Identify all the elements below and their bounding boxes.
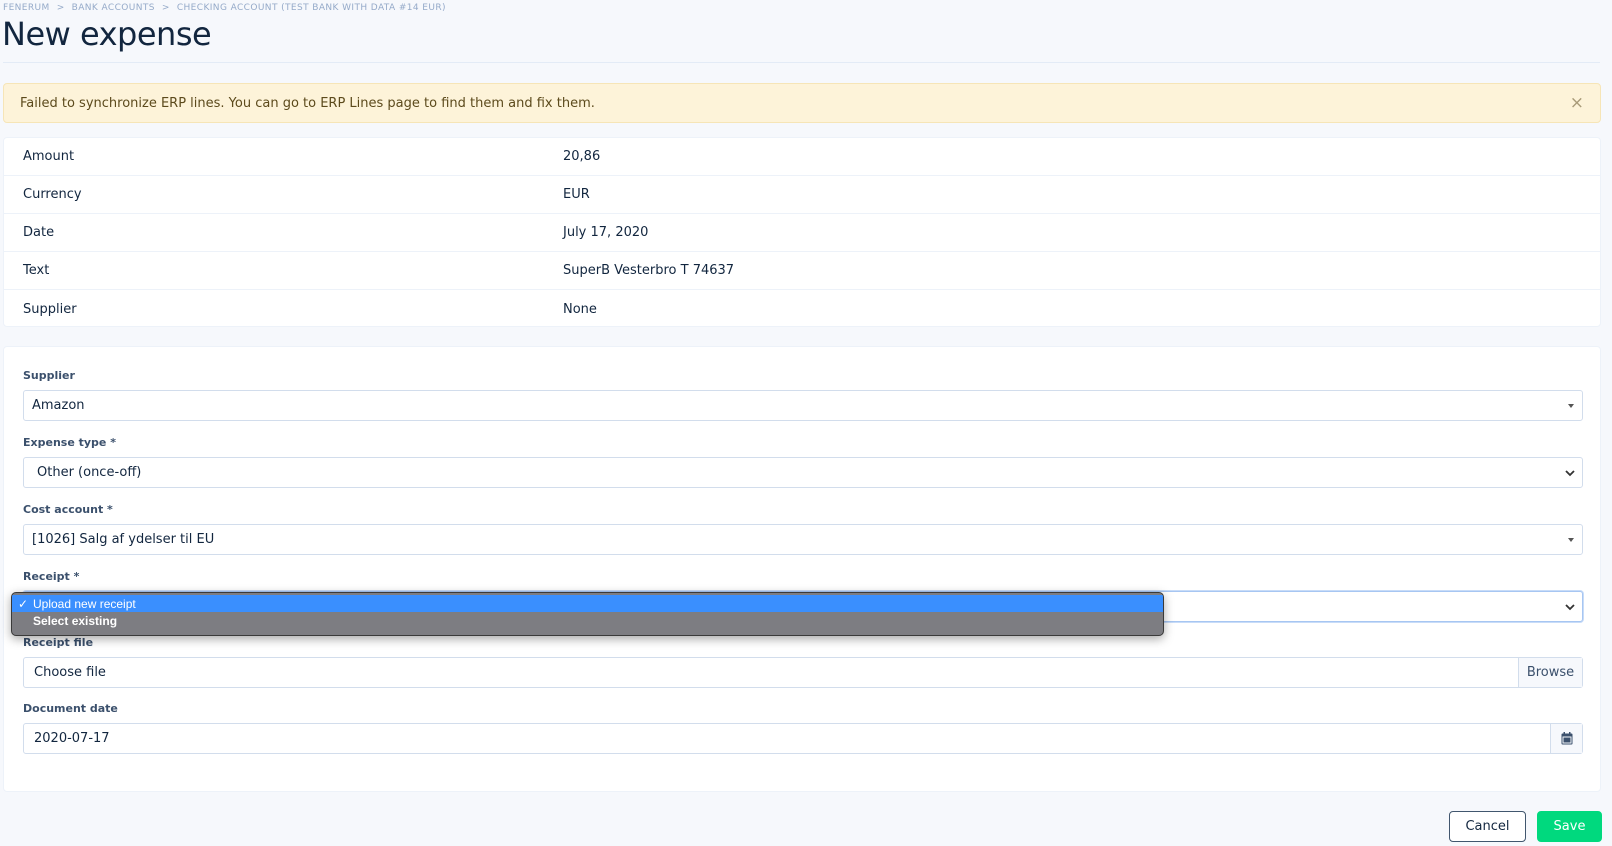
document-date-value: 2020-07-17: [34, 731, 110, 746]
breadcrumb-item-fenerum[interactable]: FENERUM: [3, 3, 50, 13]
detail-value: EUR: [563, 187, 590, 202]
detail-row-date: Date July 17, 2020: [4, 214, 1600, 252]
supplier-select[interactable]: Amazon: [23, 390, 1583, 421]
check-icon: ✓: [18, 596, 29, 611]
detail-value: 20,86: [563, 149, 601, 164]
calendar-icon: [1561, 732, 1572, 745]
caret-down-icon: [1568, 403, 1574, 408]
dropdown-option-label: Upload new receipt: [33, 596, 136, 611]
title-divider: [3, 62, 1600, 63]
receipt-file-input[interactable]: Choose file Browse: [23, 657, 1583, 688]
detail-row-supplier: Supplier None: [4, 290, 1600, 328]
chevron-down-icon: [1565, 603, 1575, 610]
receipt-file-label: Receipt file: [23, 636, 94, 649]
detail-value: None: [563, 301, 597, 317]
receipt-file-placeholder: Choose file: [34, 665, 106, 680]
detail-row-currency: Currency EUR: [4, 176, 1600, 214]
supplier-label: Supplier: [23, 369, 75, 382]
expense-type-value: Other (once-off): [37, 465, 142, 480]
detail-label: Date: [23, 225, 55, 240]
close-icon[interactable]: ×: [1570, 93, 1584, 113]
chevron-down-icon: [1565, 469, 1575, 476]
supplier-value: Amazon: [32, 398, 85, 413]
cost-account-value: [1026] Salg af ydelser til EU: [32, 532, 215, 547]
browse-button[interactable]: Browse: [1518, 658, 1582, 687]
warning-alert: Failed to synchronize ERP lines. You can…: [3, 83, 1601, 123]
detail-label: Supplier: [23, 301, 77, 317]
breadcrumb: FENERUM > BANK ACCOUNTS > CHECKING ACCOU…: [3, 3, 446, 13]
receipt-label: Receipt *: [23, 570, 80, 583]
breadcrumb-item-checking-account[interactable]: CHECKING ACCOUNT (TEST BANK WITH DATA #1…: [177, 3, 446, 13]
cost-account-select[interactable]: [1026] Salg af ydelser til EU: [23, 524, 1583, 555]
breadcrumb-separator: >: [161, 3, 170, 13]
detail-value: SuperB Vesterbro T 74637: [563, 263, 735, 278]
alert-message: Failed to synchronize ERP lines. You can…: [20, 95, 595, 111]
dropdown-option-upload-new-receipt[interactable]: ✓ Upload new receipt: [12, 595, 1163, 612]
expense-type-select[interactable]: Other (once-off): [23, 457, 1583, 488]
cost-account-label: Cost account *: [23, 503, 113, 516]
document-date-input[interactable]: 2020-07-17: [23, 723, 1583, 754]
expense-form-card: Supplier Amazon Expense type * Other (on…: [3, 346, 1601, 792]
cancel-button[interactable]: Cancel: [1449, 811, 1526, 842]
dropdown-option-label: Select existing: [33, 613, 118, 628]
breadcrumb-item-bank-accounts[interactable]: BANK ACCOUNTS: [72, 3, 155, 13]
breadcrumb-separator: >: [56, 3, 65, 13]
page-title: New expense: [2, 15, 212, 53]
detail-value: July 17, 2020: [563, 225, 649, 240]
detail-row-text: Text SuperB Vesterbro T 74637: [4, 252, 1600, 290]
dropdown-option-select-existing[interactable]: Select existing: [12, 612, 1163, 629]
detail-label: Currency: [23, 187, 82, 202]
save-button[interactable]: Save: [1537, 811, 1602, 842]
transaction-details-card: Amount 20,86 Currency EUR Date July 17, …: [3, 137, 1601, 327]
calendar-button[interactable]: [1550, 724, 1582, 753]
detail-label: Text: [23, 263, 50, 278]
expense-type-label: Expense type *: [23, 436, 116, 449]
detail-row-amount: Amount 20,86: [4, 138, 1600, 176]
caret-down-icon: [1568, 537, 1574, 542]
document-date-label: Document date: [23, 702, 118, 715]
detail-label: Amount: [23, 149, 75, 164]
receipt-dropdown-menu: ✓ Upload new receipt Select existing: [11, 592, 1164, 636]
